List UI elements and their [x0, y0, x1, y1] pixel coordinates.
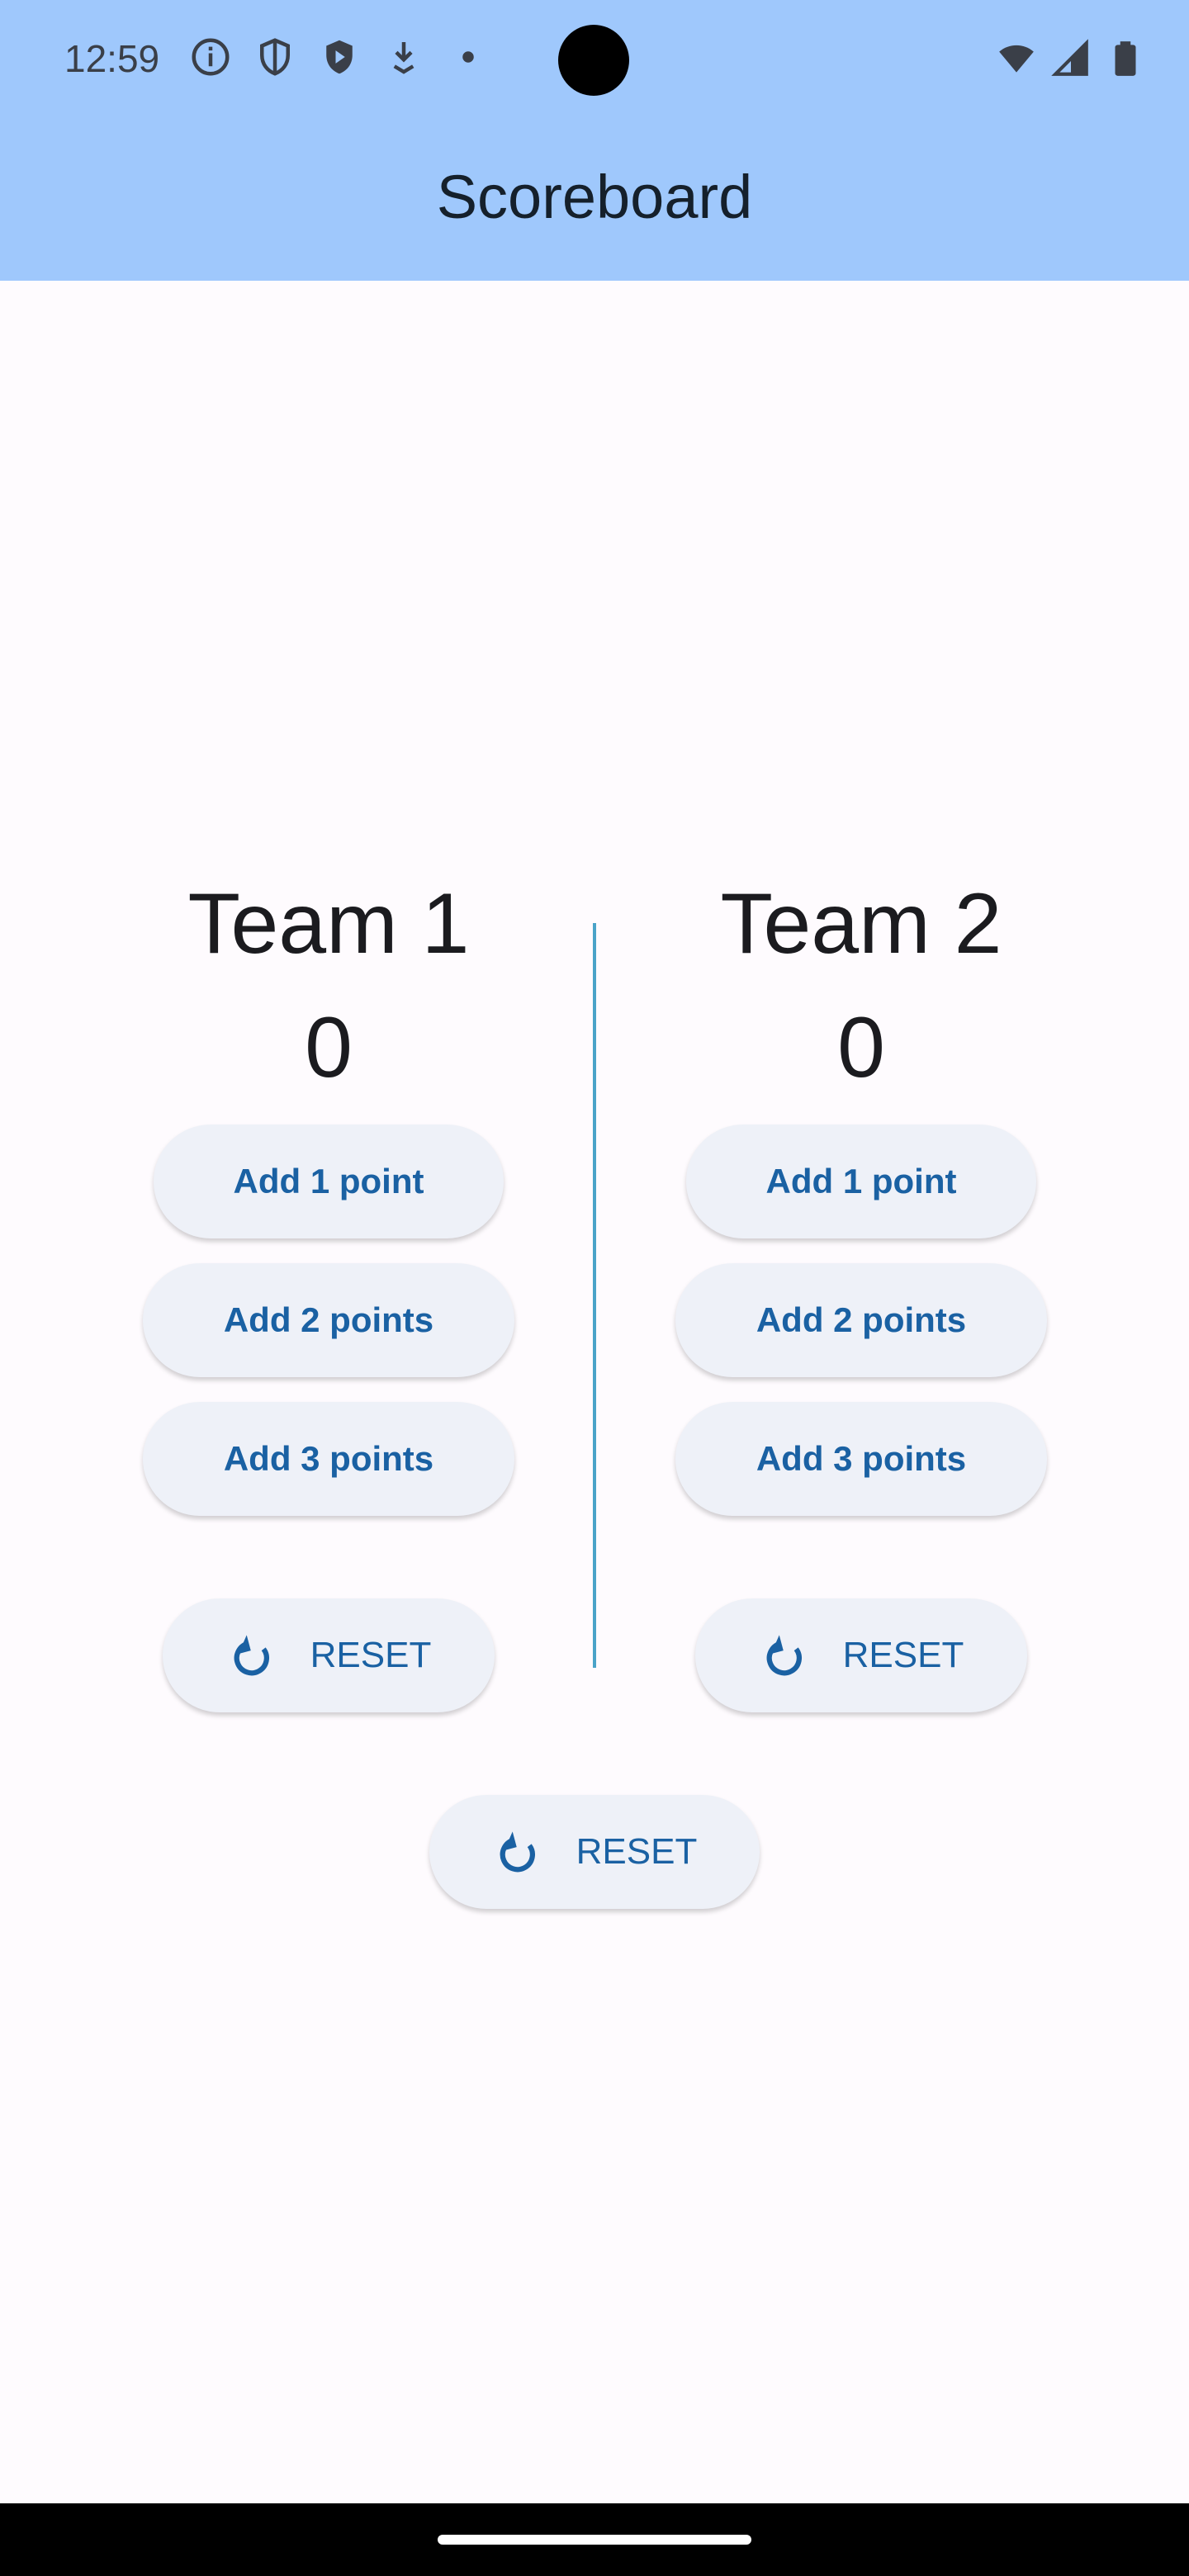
refresh-icon	[766, 1635, 802, 1676]
team-1-add-1-point-button[interactable]: Add 1 point	[154, 1125, 504, 1238]
wifi-icon	[999, 45, 1034, 73]
team-2-add-1-point-button[interactable]: Add 1 point	[686, 1125, 1036, 1238]
team-divider	[593, 923, 596, 1668]
shield-play-icon	[326, 40, 353, 74]
status-icons-right	[996, 38, 1146, 79]
team-1-reset-button[interactable]: RESET	[163, 1598, 495, 1712]
team-1-reset-label: RESET	[310, 1635, 432, 1675]
signal-icon	[1051, 39, 1088, 76]
dot-icon	[462, 51, 474, 63]
status-icons-left	[188, 35, 490, 79]
team-2-reset-label: RESET	[842, 1635, 964, 1675]
team-1-name: Team 1	[187, 876, 470, 972]
navigation-bar	[0, 2503, 1189, 2576]
reset-all-button[interactable]: RESET	[429, 1795, 760, 1909]
info-icon	[192, 38, 230, 76]
camera-cutout	[558, 25, 629, 96]
page-title: Scoreboard	[436, 163, 753, 231]
refresh-icon	[234, 1635, 269, 1676]
top-bar: 12:59 Scoreboard	[0, 0, 1189, 281]
home-gesture-handle[interactable]	[438, 2535, 751, 2545]
team-2-name: Team 2	[720, 876, 1002, 972]
team-2-add-3-points-button[interactable]: Add 3 points	[675, 1402, 1047, 1516]
team-2-reset-button[interactable]: RESET	[695, 1598, 1027, 1712]
scoreboard-screen: 12:59 Scoreboard Team 1 0 Add 1 point Ad…	[0, 0, 1189, 2576]
download-icon	[393, 42, 414, 74]
status-time: 12:59	[64, 37, 160, 80]
team-1-score: 0	[305, 1000, 353, 1096]
team-2-add-2-points-button[interactable]: Add 2 points	[675, 1263, 1047, 1377]
team-1-add-3-points-button[interactable]: Add 3 points	[143, 1402, 514, 1516]
shield-outline-icon	[260, 38, 290, 76]
team-1-add-2-points-button[interactable]: Add 2 points	[143, 1263, 514, 1377]
team-2-panel: Team 2 0 Add 1 point Add 2 points Add 3 …	[630, 875, 1092, 1726]
team-2-score: 0	[837, 1000, 885, 1096]
reset-all-label: RESET	[576, 1831, 698, 1872]
refresh-icon	[500, 1831, 535, 1873]
battery-icon	[1115, 41, 1136, 76]
team-1-panel: Team 1 0 Add 1 point Add 2 points Add 3 …	[97, 875, 560, 1726]
